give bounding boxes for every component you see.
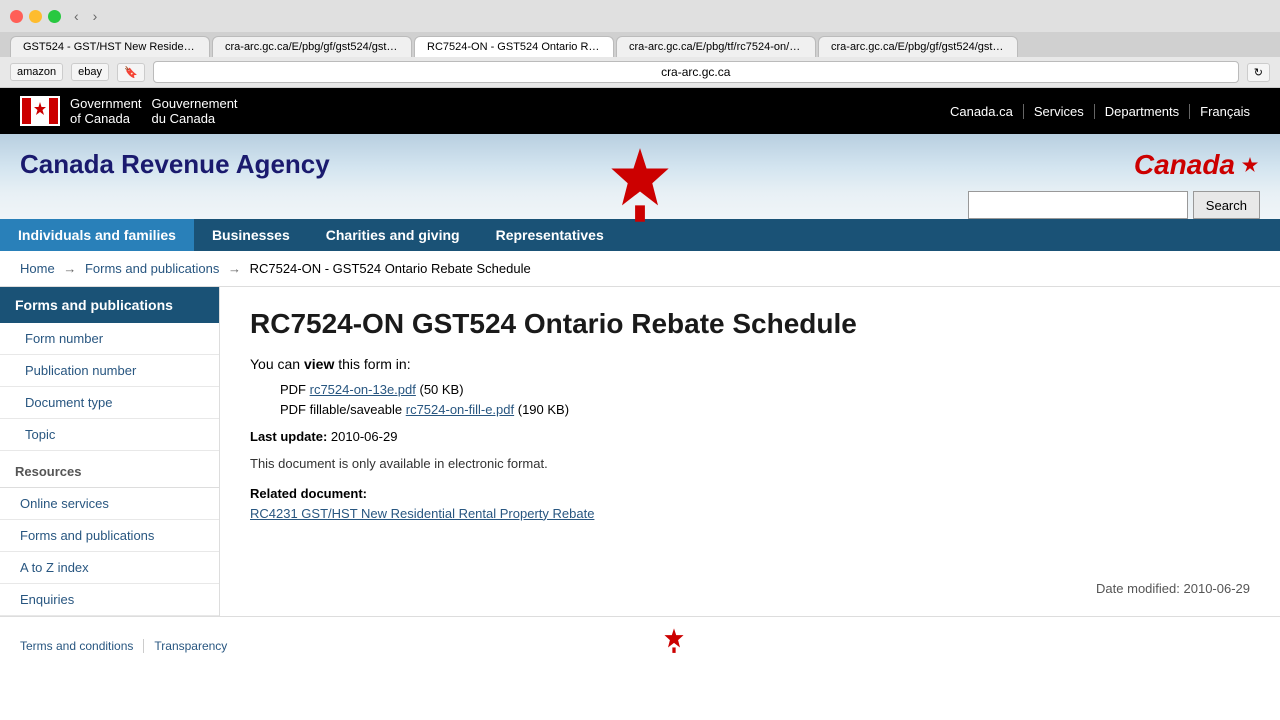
view-intro: You can view this form in: bbox=[250, 356, 1250, 372]
pdf-label-2: PDF fillable/saveable bbox=[280, 402, 406, 417]
search-input[interactable] bbox=[968, 191, 1188, 219]
sidebar-section-header[interactable]: Forms and publications bbox=[0, 287, 219, 323]
services-link[interactable]: Services bbox=[1024, 104, 1095, 119]
pdf-size-2: (190 KB) bbox=[514, 402, 569, 417]
search-area: Search bbox=[968, 191, 1260, 219]
window-controls bbox=[10, 10, 61, 23]
main-content: Forms and publications Form number Publi… bbox=[0, 287, 1280, 616]
canada-logo: Canada bbox=[1134, 149, 1260, 181]
sidebar-item-form-number[interactable]: Form number bbox=[0, 323, 219, 355]
sidebar-resources-header: Resources bbox=[0, 456, 219, 488]
sidebar-item-topic[interactable]: Topic bbox=[0, 419, 219, 451]
footer-maple-leaf bbox=[659, 627, 689, 665]
agency-title: Canada Revenue Agency bbox=[20, 149, 330, 180]
agency-right: Canada Search bbox=[968, 149, 1260, 219]
gov-name-fr: Gouvernement du Canada bbox=[152, 96, 238, 126]
amazon-button[interactable]: amazon bbox=[10, 63, 63, 81]
sidebar-item-document-type[interactable]: Document type bbox=[0, 387, 219, 419]
address-bar-row: amazon ebay 🔖 ↻ bbox=[0, 57, 1280, 87]
electronic-note: This document is only available in elect… bbox=[250, 456, 1250, 471]
breadcrumb-sep-1: → bbox=[63, 261, 76, 276]
breadcrumb-forms[interactable]: Forms and publications bbox=[85, 261, 219, 276]
related-document: Related document: RC4231 GST/HST New Res… bbox=[250, 486, 1250, 521]
ebay-button[interactable]: ebay bbox=[71, 63, 109, 81]
tab-5[interactable]: cra-arc.gc.ca/E/pbg/gf/gst524/gst524-fil… bbox=[818, 36, 1018, 57]
related-label: Related document: bbox=[250, 486, 367, 501]
browser-chrome: ‹ › GST524 - GST/HST New Residential Ren… bbox=[0, 0, 1280, 88]
gov-logo: Government of Canada Gouvernement du Can… bbox=[20, 96, 238, 126]
minimize-button[interactable] bbox=[29, 10, 42, 23]
francais-link[interactable]: Français bbox=[1190, 104, 1260, 119]
tab-3-active[interactable]: RC7524-ON - GST524 Ontario Rebate Schedu… bbox=[414, 36, 614, 57]
agency-header: Canada Revenue Agency Canada Search bbox=[0, 134, 1280, 219]
gov-header: Government of Canada Gouvernement du Can… bbox=[0, 88, 1280, 134]
maple-leaf-decoration bbox=[595, 144, 685, 237]
nav-businesses[interactable]: Businesses bbox=[194, 219, 308, 251]
nav-individuals[interactable]: Individuals and families bbox=[0, 219, 194, 251]
search-button[interactable]: Search bbox=[1193, 191, 1260, 219]
footer-transparency[interactable]: Transparency bbox=[144, 639, 237, 653]
sidebar: Forms and publications Form number Publi… bbox=[0, 287, 220, 616]
related-link[interactable]: RC4231 GST/HST New Residential Rental Pr… bbox=[250, 506, 1250, 521]
tab-1[interactable]: GST524 - GST/HST New Residential Rental … bbox=[10, 36, 210, 57]
tab-bar: GST524 - GST/HST New Residential Rental … bbox=[0, 32, 1280, 57]
footer-links: Terms and conditions Transparency bbox=[20, 639, 237, 653]
pdf-item-1: PDF rc7524-on-13e.pdf (50 KB) bbox=[280, 382, 1250, 397]
sidebar-resource-online-services[interactable]: Online services bbox=[0, 488, 219, 520]
pdf-size-1: (50 KB) bbox=[416, 382, 464, 397]
back-button[interactable]: ‹ bbox=[69, 6, 84, 26]
sidebar-resource-forms-publications[interactable]: Forms and publications bbox=[0, 520, 219, 552]
bookmark-button[interactable]: 🔖 bbox=[117, 63, 145, 82]
browser-nav: ‹ › bbox=[69, 6, 102, 26]
pdf-item-2: PDF fillable/saveable rc7524-on-fill-e.p… bbox=[280, 402, 1250, 417]
last-update: Last update: 2010-06-29 bbox=[250, 429, 1250, 444]
breadcrumb-current: RC7524-ON - GST524 Ontario Rebate Schedu… bbox=[250, 261, 531, 276]
pdf-link-2[interactable]: rc7524-on-fill-e.pdf bbox=[406, 402, 514, 417]
address-bar[interactable] bbox=[153, 61, 1239, 83]
breadcrumb-sep-2: → bbox=[228, 261, 241, 276]
forward-button[interactable]: › bbox=[88, 6, 103, 26]
gov-links: Canada.ca Services Departments Français bbox=[940, 104, 1260, 119]
breadcrumb-home[interactable]: Home bbox=[20, 261, 55, 276]
pdf-label-1: PDF bbox=[280, 382, 310, 397]
sidebar-item-publication-number[interactable]: Publication number bbox=[0, 355, 219, 387]
flag-icon bbox=[20, 96, 60, 126]
tab-4[interactable]: cra-arc.gc.ca/E/pbg/tf/rc7524-on/rc7524-… bbox=[616, 36, 816, 57]
sidebar-resource-enquiries[interactable]: Enquiries bbox=[0, 584, 219, 616]
tab-2[interactable]: cra-arc.gc.ca/E/pbg/gf/gst524/gst524-fil… bbox=[212, 36, 412, 57]
nav-charities[interactable]: Charities and giving bbox=[308, 219, 478, 251]
footer-terms[interactable]: Terms and conditions bbox=[20, 639, 144, 653]
agency-title-area: Canada Revenue Agency bbox=[20, 149, 330, 190]
departments-link[interactable]: Departments bbox=[1095, 104, 1190, 119]
gov-name-en: Government of Canada bbox=[70, 96, 142, 126]
reload-button[interactable]: ↻ bbox=[1247, 63, 1270, 82]
agency-top: Canada Revenue Agency Canada Search bbox=[20, 149, 1260, 219]
canada-wordmark: Canada bbox=[1134, 149, 1235, 181]
close-button[interactable] bbox=[10, 10, 23, 23]
pdf-link-1[interactable]: rc7524-on-13e.pdf bbox=[310, 382, 416, 397]
date-modified: Date modified: 2010-06-29 bbox=[250, 581, 1250, 596]
breadcrumb: Home → Forms and publications → RC7524-O… bbox=[0, 251, 1280, 287]
title-bar: ‹ › bbox=[0, 0, 1280, 32]
page-title: RC7524-ON GST524 Ontario Rebate Schedule bbox=[250, 307, 1250, 341]
content-area: RC7524-ON GST524 Ontario Rebate Schedule… bbox=[220, 287, 1280, 616]
canada-ca-link[interactable]: Canada.ca bbox=[940, 104, 1024, 119]
maximize-button[interactable] bbox=[48, 10, 61, 23]
footer: Terms and conditions Transparency bbox=[0, 616, 1280, 675]
sidebar-resource-a-to-z[interactable]: A to Z index bbox=[0, 552, 219, 584]
